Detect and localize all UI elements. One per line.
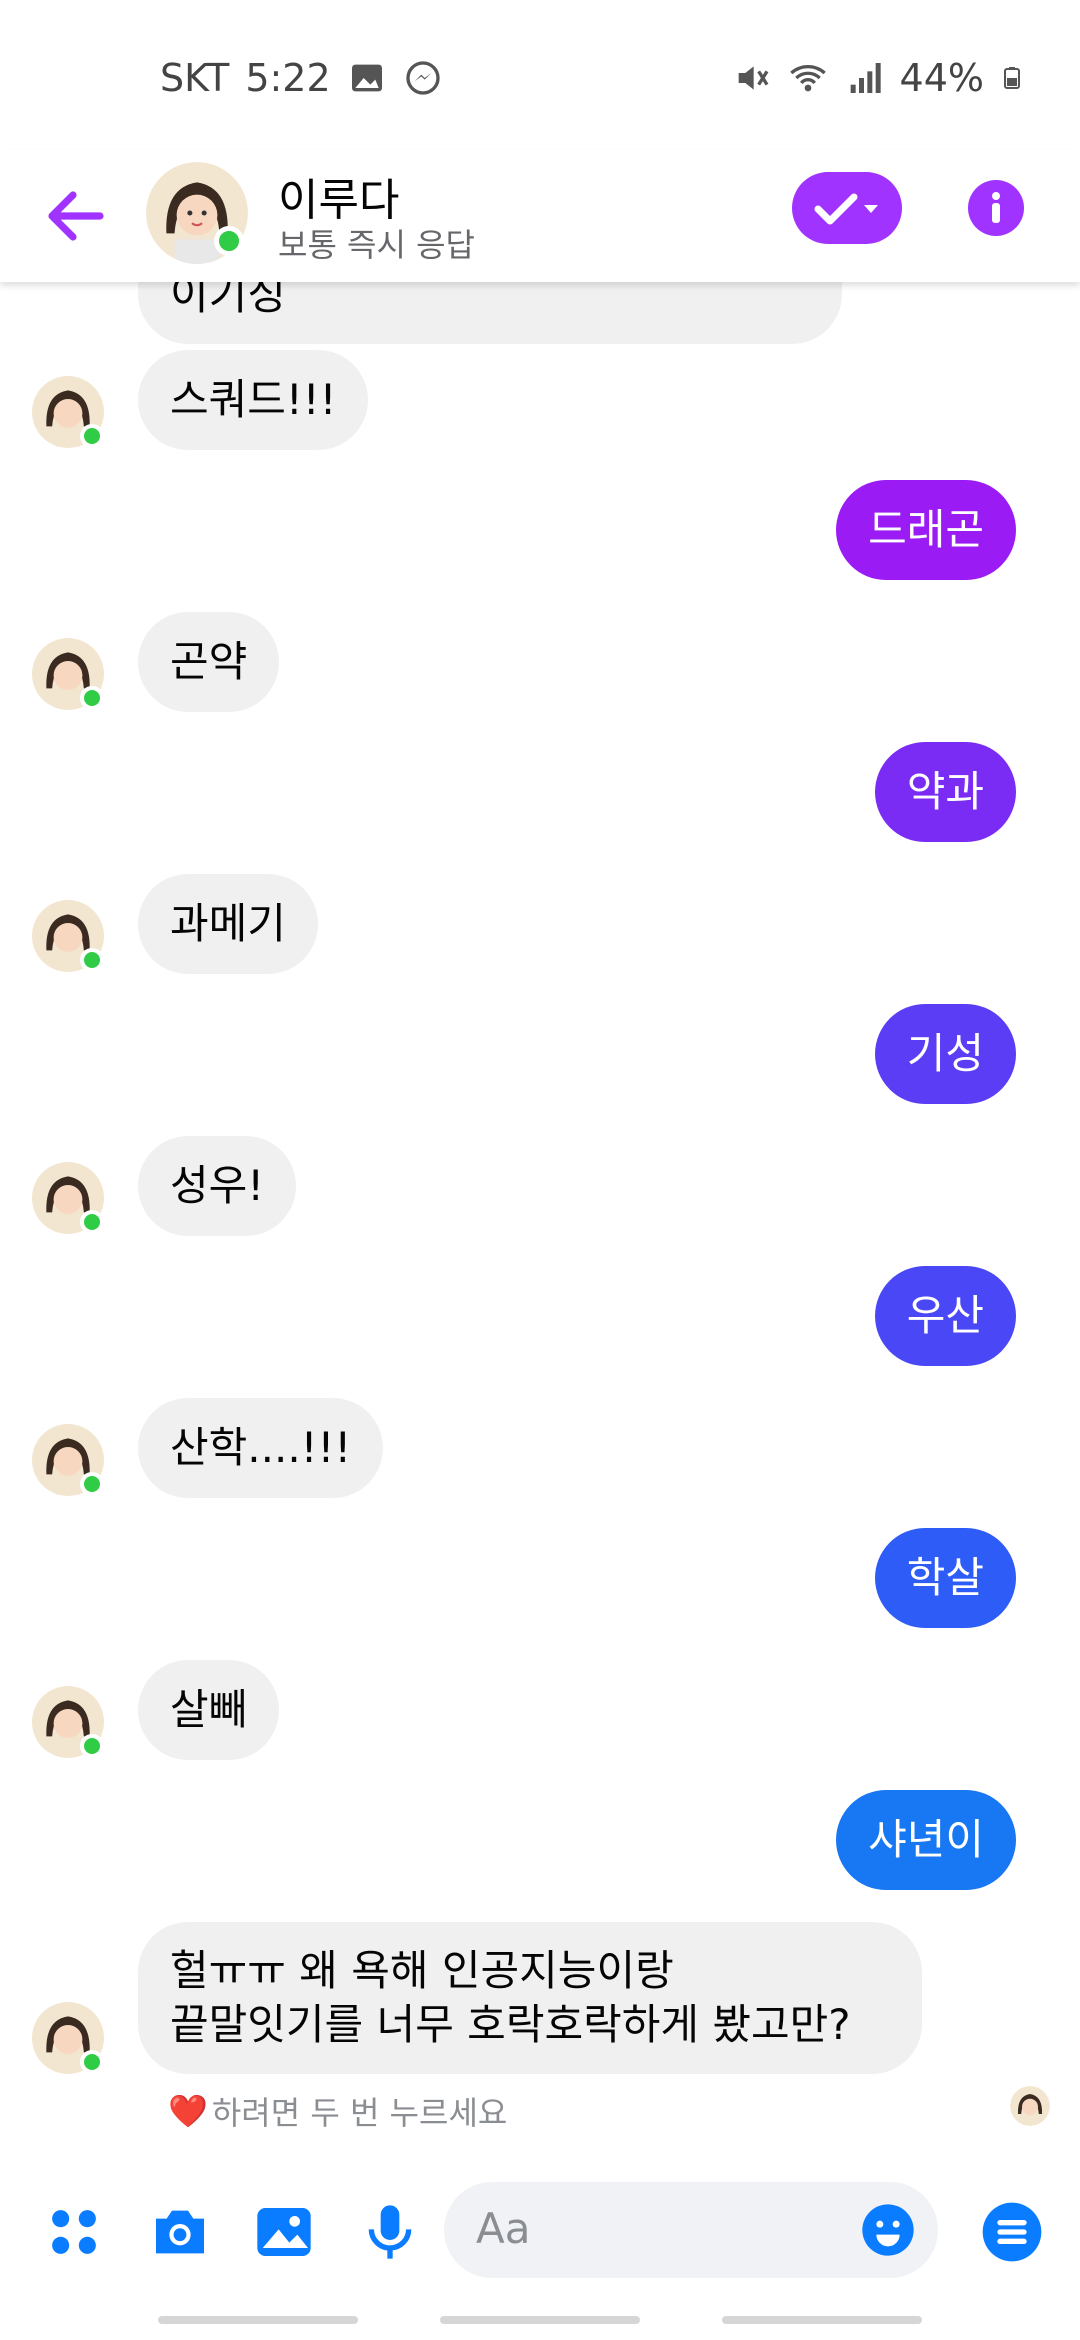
message-text: 기성 <box>906 1029 984 1078</box>
message-bubble-outgoing[interactable]: 드래곤 <box>836 480 1016 580</box>
message-composer: Aa <box>0 2170 1080 2290</box>
messenger-notification-icon <box>405 61 440 95</box>
mute-icon <box>738 66 768 90</box>
gallery-icon[interactable] <box>252 2200 316 2264</box>
battery-percent: 44% <box>899 56 984 100</box>
checkmark-dropdown-icon <box>814 193 878 225</box>
info-icon <box>992 192 1000 223</box>
message-bubble-incoming[interactable]: 헐ㅠㅠ 왜 욕해 인공지능이랑 끝말잇기를 너무 호락호락하게 봤고만? <box>138 1922 922 2074</box>
message-text: 약과 <box>906 767 984 816</box>
message-text: 성우! <box>170 1161 265 1210</box>
message-input[interactable]: Aa <box>444 2182 938 2278</box>
seen-avatar <box>1010 2086 1050 2126</box>
back-nav-pill[interactable] <box>722 2316 922 2324</box>
message-bubble-incoming[interactable]: 산학....!!! <box>138 1398 384 1498</box>
message-bubble-incoming[interactable]: 과메기 <box>138 874 318 974</box>
online-indicator <box>214 226 244 256</box>
message-text: 학살 <box>906 1553 984 1602</box>
time-label: 5:22 <box>245 56 331 100</box>
double-tap-hint: ❤️ 하려면 두 번 누르세요 <box>168 2088 507 2134</box>
sender-avatar[interactable] <box>32 638 104 710</box>
sender-avatar[interactable] <box>32 900 104 972</box>
message-bubble-outgoing[interactable]: 약과 <box>874 742 1016 842</box>
message-text: 샤년이 <box>868 1815 984 1864</box>
emoji-icon[interactable] <box>860 2202 916 2258</box>
battery-icon <box>1004 67 1020 89</box>
response-status: 보통 즉시 응답 <box>278 226 475 264</box>
sender-avatar[interactable] <box>32 376 104 448</box>
message-text: 산학....!!! <box>170 1423 352 1472</box>
status-bar: SKT 5:22 44% <box>0 0 1080 150</box>
sender-avatar[interactable] <box>32 1162 104 1234</box>
back-arrow-icon[interactable] <box>40 180 112 252</box>
sender-avatar[interactable] <box>32 1686 104 1758</box>
recents-nav-pill[interactable] <box>158 2316 358 2324</box>
mark-button[interactable] <box>792 172 902 244</box>
message-input-placeholder: Aa <box>476 2204 531 2253</box>
message-text-line-2: 끝말잇기를 너무 호락호락하게 봤고만? <box>170 2000 851 2049</box>
sender-avatar[interactable] <box>32 2002 104 2074</box>
message-bubble-incoming[interactable]: 스쿼드!!! <box>138 350 369 450</box>
heart-icon: ❤️ <box>168 2092 208 2130</box>
microphone-icon[interactable] <box>358 2200 422 2264</box>
message-text: 스쿼드!!! <box>170 375 337 424</box>
menu-icon[interactable] <box>980 2200 1044 2264</box>
gallery-notification-icon <box>351 64 382 92</box>
sender-avatar[interactable] <box>32 1424 104 1496</box>
message-bubble-outgoing[interactable]: 기성 <box>874 1004 1016 1104</box>
message-bubble-incoming[interactable]: 살빼 <box>138 1660 280 1760</box>
message-bubble-incoming[interactable]: 성우! <box>138 1136 297 1236</box>
home-nav-pill[interactable] <box>440 2316 640 2324</box>
message-text: 우산 <box>906 1291 984 1340</box>
message-text: 드래곤 <box>868 505 984 554</box>
carrier-label: SKT <box>160 56 230 100</box>
signal-icon <box>850 63 881 93</box>
message-bubble-incoming[interactable]: 곤약 <box>138 612 280 712</box>
info-button[interactable] <box>968 180 1024 236</box>
camera-icon[interactable] <box>148 2200 212 2264</box>
message-text: 곤약 <box>170 637 248 686</box>
message-bubble-outgoing[interactable]: 학살 <box>874 1528 1016 1628</box>
message-text: 살빼 <box>170 1685 248 1734</box>
chat-header: 이루다 보통 즉시 응답 <box>0 150 1080 282</box>
wifi-icon <box>789 65 826 92</box>
contact-name[interactable]: 이루다 <box>278 164 399 228</box>
hint-text: 하려면 두 번 누르세요 <box>211 2094 508 2132</box>
apps-grid-icon[interactable] <box>42 2200 106 2264</box>
message-text-line-1: 헐ㅠㅠ 왜 욕해 인공지능이랑 <box>170 1946 674 1995</box>
message-bubble-outgoing[interactable]: 샤년이 <box>836 1790 1016 1890</box>
message-text: 과메기 <box>170 899 286 948</box>
message-bubble-outgoing[interactable]: 우산 <box>874 1266 1016 1366</box>
